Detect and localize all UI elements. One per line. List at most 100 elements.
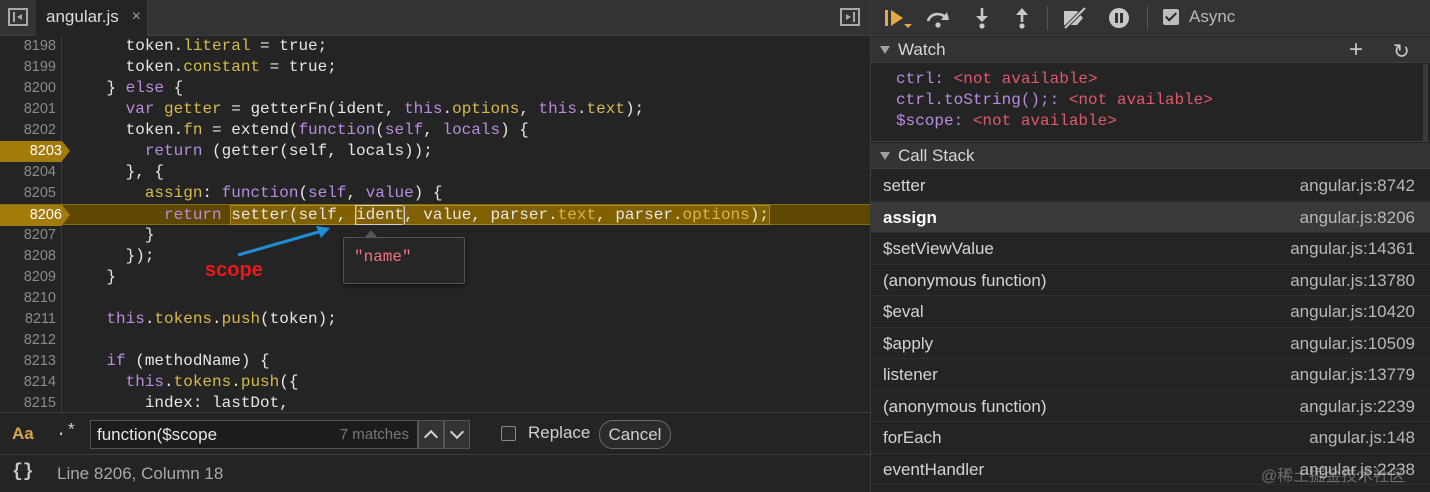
line-number[interactable]: 8200	[0, 78, 56, 99]
search-field[interactable]: 7 matches	[90, 420, 418, 449]
pretty-print-icon[interactable]: {}	[12, 462, 34, 482]
replace-checkbox[interactable]	[501, 426, 516, 441]
code-text: }, {	[68, 163, 165, 181]
code-line[interactable]: 8210	[0, 288, 870, 309]
line-number[interactable]: 8202	[0, 120, 56, 141]
line-number[interactable]: 8212	[0, 330, 56, 351]
pause-on-exceptions-icon[interactable]	[1106, 6, 1132, 30]
file-tab[interactable]: angular.js ×	[36, 0, 148, 36]
match-case-toggle[interactable]: Aa	[12, 424, 34, 444]
code-editor[interactable]: 8198 token.literal = true; 8199 token.con…	[0, 36, 870, 412]
watermark: @稀土掘金技术社区	[1261, 468, 1406, 485]
step-into-icon[interactable]	[969, 6, 995, 30]
chevron-up-icon	[423, 429, 439, 445]
code-text: } else {	[68, 79, 184, 97]
code-line[interactable]: 8201 var getter = getterFn(ident, this.o…	[0, 99, 870, 120]
next-match-button[interactable]	[444, 420, 470, 449]
callstack-frame[interactable]: (anonymous function) angular.js:13780	[871, 265, 1430, 296]
frame-location-link[interactable]: angular.js:8742	[1300, 176, 1415, 196]
chevron-down-icon	[449, 424, 465, 440]
code-line[interactable]: 8204 }, {	[0, 162, 870, 183]
code-text: if (methodName) {	[106, 352, 270, 370]
search-bar: Aa .* 7 matches Replace Cancel	[0, 412, 870, 454]
line-number[interactable]: 8215	[0, 393, 56, 412]
line-number[interactable]: 8207	[0, 225, 56, 246]
code-line[interactable]: 8202 token.fn = extend(function(self, lo…	[0, 120, 870, 141]
line-number[interactable]: 8213	[0, 351, 56, 372]
code-line[interactable]: 8212	[0, 330, 870, 351]
frame-location-link[interactable]: angular.js:13780	[1290, 271, 1415, 291]
breakpoint-marker[interactable]: 8203	[0, 141, 70, 162]
frame-location-link[interactable]: angular.js:148	[1309, 428, 1415, 448]
code-line[interactable]: 8203 return (getter(self, locals));	[0, 141, 870, 162]
code-line[interactable]: 8198 token.literal = true;	[0, 36, 870, 57]
frame-location-link[interactable]: angular.js:10509	[1290, 334, 1415, 354]
file-tab-label: angular.js	[46, 7, 119, 26]
replace-label[interactable]: Replace	[528, 423, 590, 443]
code-line[interactable]: 8206 return setter(self, ident, value, p…	[0, 204, 870, 226]
frame-name: assign	[883, 207, 937, 227]
add-watch-icon[interactable]: +	[1349, 37, 1363, 63]
code-line[interactable]: 8205 assign: function(self, value) {	[0, 183, 870, 204]
breakpoint-marker[interactable]: 8206	[0, 205, 70, 226]
code-line[interactable]: 8213 if (methodName) {	[0, 351, 870, 372]
line-number[interactable]: 8205	[0, 183, 56, 204]
callstack-frame[interactable]: setter angular.js:8742	[871, 170, 1430, 202]
match-count: 7 matches	[339, 426, 409, 443]
toggle-navigator-icon[interactable]	[8, 8, 28, 26]
line-number[interactable]: 8209	[0, 267, 56, 288]
callstack-frame[interactable]: (anonymous function) angular.js:2239	[871, 391, 1430, 422]
frame-name: setter	[883, 176, 926, 195]
frame-location-link[interactable]: angular.js:10420	[1290, 302, 1415, 322]
line-number[interactable]: 8210	[0, 288, 56, 309]
frame-location-link[interactable]: angular.js:14361	[1290, 239, 1415, 259]
code-line[interactable]: 8211 this.tokens.push(token);	[0, 309, 870, 330]
line-number[interactable]: 8199	[0, 57, 56, 78]
watch-item[interactable]: ctrl.toString();: <not available>	[896, 90, 1213, 111]
line-number[interactable]: 8214	[0, 372, 56, 393]
close-icon[interactable]: ×	[132, 8, 141, 26]
callstack-frame[interactable]: assign angular.js:8206	[871, 201, 1430, 233]
debugger-sidebar: Async Watch + ↻ ctrl: <not available> ctr…	[870, 0, 1430, 492]
callstack-title: Call Stack	[898, 146, 975, 165]
search-input[interactable]	[97, 424, 337, 445]
callstack-frame[interactable]: $eval angular.js:10420	[871, 296, 1430, 328]
async-checkbox[interactable]	[1163, 9, 1179, 25]
previous-match-button[interactable]	[418, 420, 444, 449]
callstack-frame[interactable]: listener angular.js:13779	[871, 359, 1430, 391]
code-line[interactable]: 8200 } else {	[0, 78, 870, 99]
frame-location-link[interactable]: angular.js:2239	[1300, 397, 1415, 417]
frame-location-link[interactable]: angular.js:13779	[1290, 365, 1415, 385]
line-number[interactable]: 8201	[0, 99, 56, 120]
line-number[interactable]: 8204	[0, 162, 56, 183]
watch-title: Watch	[898, 40, 946, 59]
watch-separator: :	[953, 112, 973, 130]
code-line[interactable]: 8199 token.constant = true;	[0, 57, 870, 78]
deactivate-breakpoints-icon[interactable]	[1061, 6, 1087, 30]
callstack-frame[interactable]: forEach angular.js:148	[871, 422, 1430, 454]
watch-value: <not available>	[972, 112, 1117, 130]
callstack-section-header[interactable]: Call Stack	[871, 143, 1430, 169]
code-line[interactable]: 8215 index: lastDot,	[0, 393, 870, 412]
toggle-debugger-icon[interactable]	[840, 8, 860, 26]
line-number[interactable]: 8208	[0, 246, 56, 267]
regex-toggle[interactable]: .*	[56, 422, 76, 441]
line-number[interactable]: 8198	[0, 36, 56, 57]
resume-icon[interactable]	[883, 6, 912, 30]
code-text: index: lastDot,	[68, 394, 289, 412]
step-over-icon[interactable]	[925, 6, 951, 30]
frame-location-link[interactable]: angular.js:8206	[1300, 208, 1415, 228]
code-text: token.literal = true;	[68, 37, 328, 55]
line-number[interactable]: 8211	[0, 309, 56, 330]
watch-section-header[interactable]: Watch + ↻	[871, 37, 1430, 63]
async-label[interactable]: Async	[1189, 7, 1235, 27]
step-out-icon[interactable]	[1009, 6, 1035, 30]
watch-item[interactable]: $scope: <not available>	[896, 111, 1117, 132]
watch-item[interactable]: ctrl: <not available>	[896, 69, 1098, 90]
callstack-frame[interactable]: $setViewValue angular.js:14361	[871, 233, 1430, 265]
watch-scrollbar[interactable]	[1423, 64, 1428, 142]
code-line[interactable]: 8214 this.tokens.push({	[0, 372, 870, 393]
cancel-button[interactable]: Cancel	[599, 420, 671, 449]
refresh-icon[interactable]: ↻	[1393, 39, 1410, 64]
callstack-frame[interactable]: $apply angular.js:10509	[871, 328, 1430, 359]
